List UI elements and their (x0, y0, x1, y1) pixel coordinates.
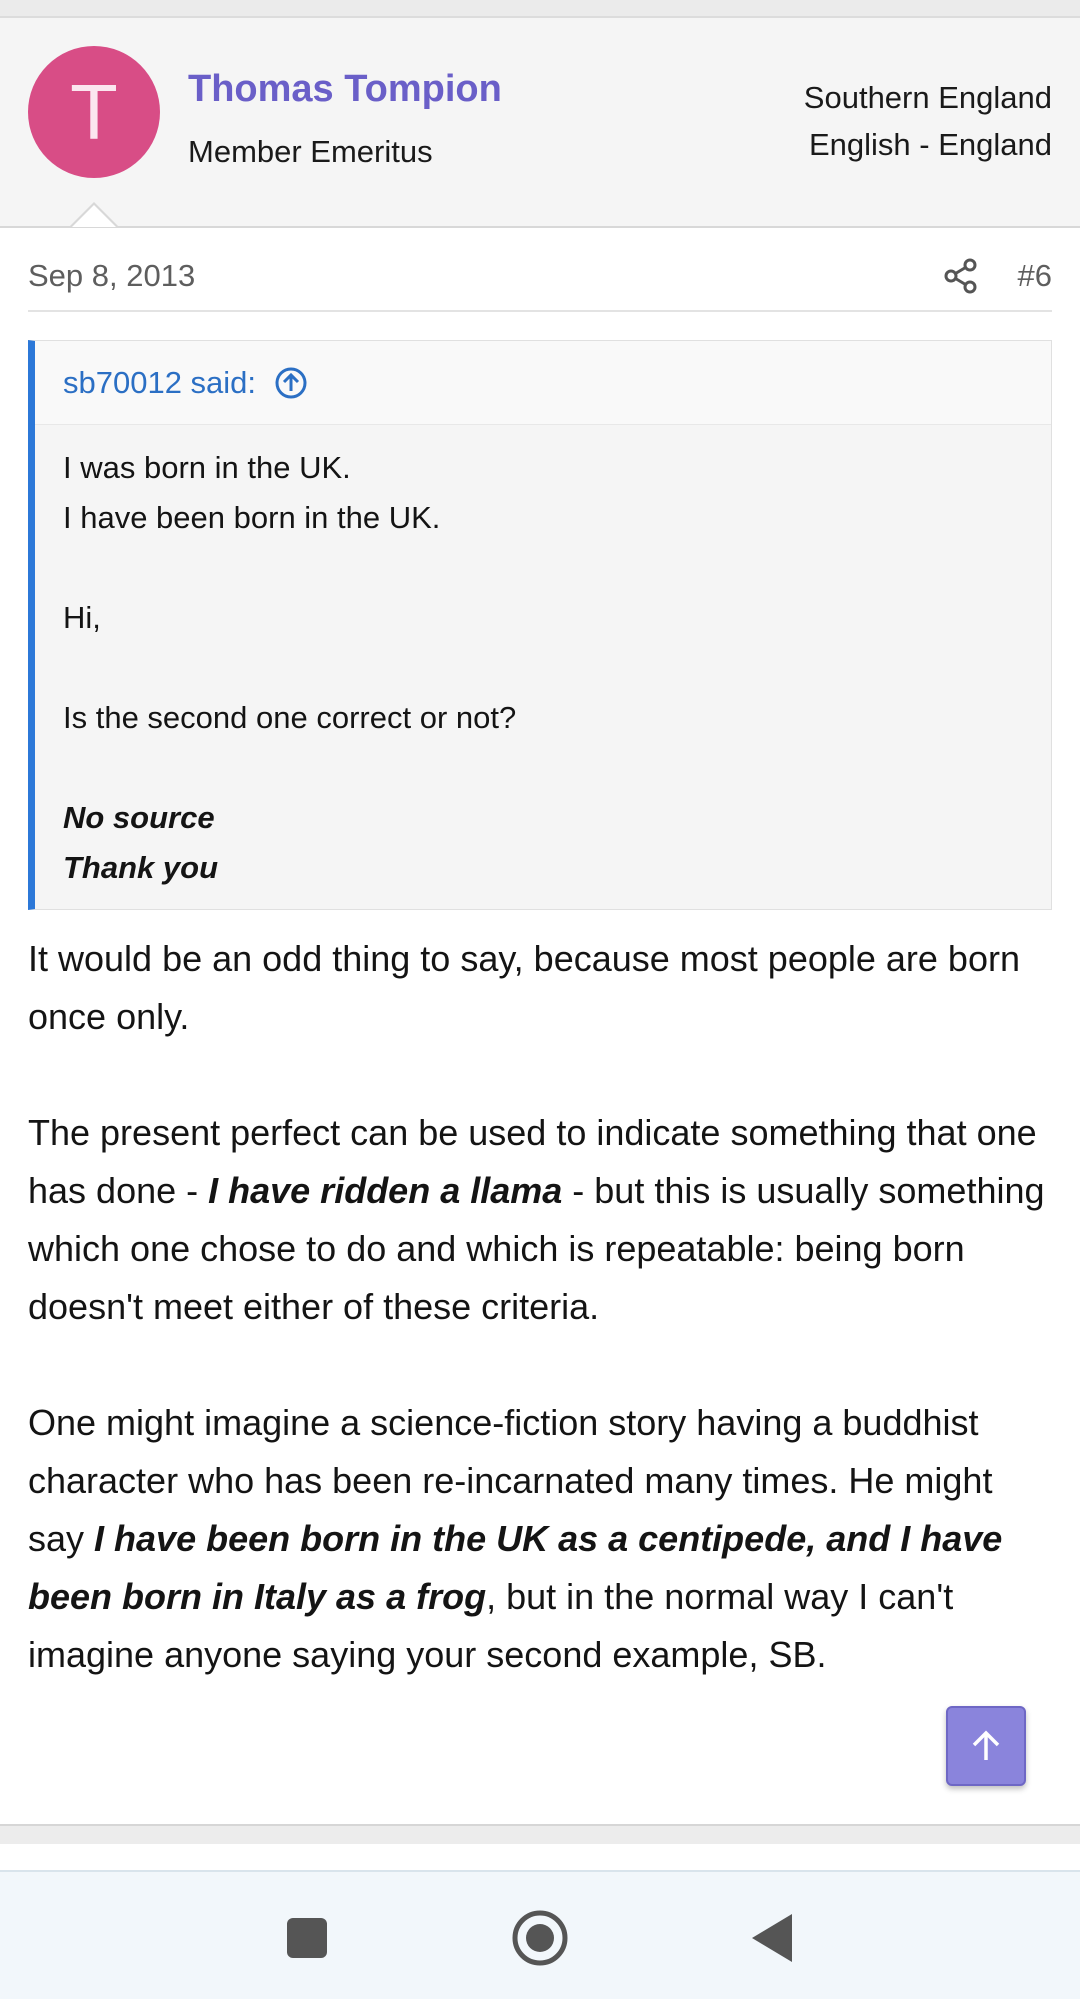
arrow-up-circle-icon[interactable] (274, 366, 308, 400)
quote-header: sb70012 said: (35, 341, 1051, 425)
quote-author-link[interactable]: sb70012 said: (63, 365, 256, 401)
quote-line: I was born in the UK. (63, 450, 351, 485)
paragraph: The present perfect can be used to indic… (28, 1112, 1045, 1327)
avatar-letter: T (70, 67, 118, 156)
user-location-block: Southern England English - England (804, 74, 1052, 168)
scroll-to-top-button[interactable] (946, 1706, 1026, 1786)
header-pointer-inner (72, 205, 116, 227)
user-location: Southern England (803, 80, 1052, 115)
top-divider (0, 0, 1080, 18)
quote-closing-line: Thank you (63, 850, 219, 885)
emphasis: I have ridden a llama (208, 1170, 563, 1211)
circle-icon[interactable] (510, 1908, 570, 1968)
avatar[interactable]: T (28, 46, 160, 178)
user-language: English - England (809, 127, 1052, 162)
paragraph: It would be an odd thing to say, because… (28, 938, 1020, 1037)
quote-greeting: Hi, (63, 600, 101, 635)
post-date[interactable]: Sep 8, 2013 (28, 258, 195, 294)
square-icon[interactable] (277, 1908, 337, 1968)
triangle-back-icon[interactable] (742, 1908, 802, 1968)
quote-content: I was born in the UK. I have been born i… (35, 425, 1051, 893)
user-header: T Thomas Tompion Member Emeritus Souther… (0, 18, 1080, 228)
post-meta: Sep 8, 2013 #6 (28, 252, 1052, 312)
quote-question: Is the second one correct or not? (63, 700, 517, 735)
quote-line: I have been born in the UK. (63, 500, 441, 535)
post-number-link[interactable]: #6 (1018, 258, 1052, 294)
post-divider (0, 1824, 1080, 1844)
post-body: It would be an odd thing to say, because… (28, 930, 1058, 1684)
arrow-up-icon (972, 1730, 1000, 1760)
quote-closing-line: No source (63, 800, 215, 835)
user-title: Member Emeritus (188, 134, 433, 169)
username-link[interactable]: Thomas Tompion (188, 68, 502, 111)
paragraph: One might imagine a science-fiction stor… (28, 1402, 1003, 1675)
quote-block: sb70012 said: I was born in the UK. I ha… (28, 340, 1052, 910)
share-icon[interactable] (944, 258, 978, 294)
android-nav-bar (0, 1870, 1080, 1999)
